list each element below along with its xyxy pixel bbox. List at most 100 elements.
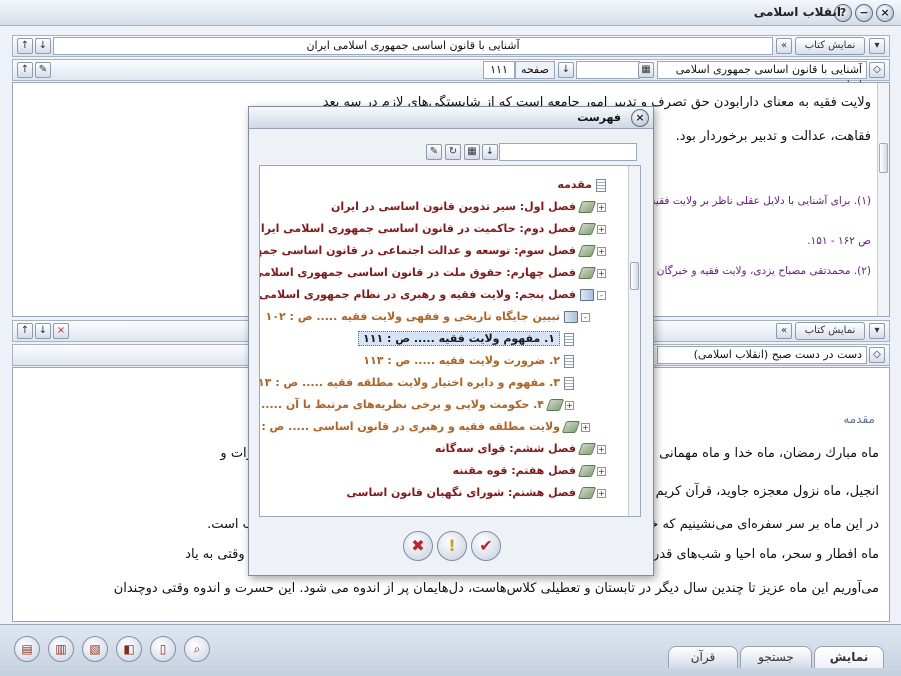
print-icon[interactable]: ▤ bbox=[14, 636, 40, 662]
settings-icon[interactable]: ✎ bbox=[35, 62, 51, 78]
search-icon[interactable]: ⌕ bbox=[184, 636, 210, 662]
collapse-icon[interactable]: - bbox=[597, 290, 606, 300]
tree-scrollbar[interactable] bbox=[628, 166, 640, 516]
dropdown-icon[interactable]: ▾ bbox=[869, 323, 885, 339]
view-book-tab[interactable]: نمایش کتاب bbox=[795, 37, 865, 55]
back-icon[interactable]: ↑ bbox=[17, 323, 33, 339]
cancel-button[interactable]: ✖ bbox=[403, 531, 433, 561]
keyboard-icon[interactable]: ▦ bbox=[464, 144, 480, 160]
tree-node[interactable]: + فصل ششم: قوای سه‌گانه bbox=[435, 438, 606, 460]
tree-node-label: فصل پنجم: ولایت فقیه و رهبری در نظام جمه… bbox=[259, 288, 576, 301]
tree-node[interactable]: ۱. مفهوم ولایت فقیه ..... ص : ۱۱۱ bbox=[358, 328, 574, 350]
scrollbar[interactable] bbox=[877, 83, 889, 316]
up-arrow-icon[interactable]: ↑ bbox=[17, 62, 33, 78]
index-search-field[interactable] bbox=[499, 143, 637, 161]
note-icon[interactable]: ▧ bbox=[82, 636, 108, 662]
tree-node-label: فصل هشتم: شورای نگهبان قانون اساسی bbox=[346, 486, 576, 499]
tab-search[interactable]: جستجو bbox=[740, 646, 812, 668]
settings-icon[interactable]: ✎ bbox=[426, 144, 442, 160]
expand-icon[interactable]: + bbox=[597, 202, 606, 212]
bookmark-icon[interactable]: ▦ bbox=[638, 62, 654, 78]
book-icon bbox=[545, 399, 565, 411]
book-icon bbox=[577, 223, 597, 235]
collapse-icon[interactable]: - bbox=[581, 312, 590, 322]
open-book-icon bbox=[580, 289, 594, 301]
tree-node[interactable]: ۲. ضرورت ولایت فقیه ..... ص : ۱۱۳ bbox=[363, 350, 574, 372]
tree-node[interactable]: - فصل پنجم: ولایت فقیه و رهبری در نظام جم… bbox=[259, 284, 606, 306]
dropdown-icon[interactable]: ▾ bbox=[869, 38, 885, 54]
help-button[interactable]: ! bbox=[437, 531, 467, 561]
tab-quran[interactable]: قرآن bbox=[668, 646, 738, 668]
expand-icon[interactable]: + bbox=[597, 444, 606, 454]
expand-icon[interactable]: + bbox=[597, 246, 606, 256]
expand-icon[interactable]: + bbox=[597, 224, 606, 234]
tree-node-label: فصل هفتم: قوه مقننه bbox=[452, 464, 576, 477]
expand-icon[interactable]: + bbox=[581, 422, 590, 432]
book-select[interactable]: آشنایی با قانون اساسی جمهوری اسلامی ایرا… bbox=[657, 61, 867, 92]
back-icon[interactable]: ↑ bbox=[17, 38, 33, 54]
page-icon bbox=[596, 178, 606, 192]
tree-node[interactable]: - تبیین جایگاه تاریخی و فقهی ولایت فقیه .… bbox=[266, 306, 590, 328]
tag-icon[interactable]: ◇ bbox=[869, 62, 885, 78]
down-arrow-icon[interactable]: ↓ bbox=[35, 323, 51, 339]
down-arrow-icon[interactable]: ↓ bbox=[35, 38, 51, 54]
tree-node[interactable]: + فصل سوم: توسعه و عدالت اجتماعی در قانون… bbox=[260, 240, 606, 262]
document-icon[interactable]: ▯ bbox=[150, 636, 176, 662]
library-icon[interactable]: ▥ bbox=[48, 636, 74, 662]
tree-node-label: فصل اول: سیر تدوین قانون اساسی در ایران bbox=[330, 200, 576, 213]
tree-node[interactable]: + فصل چهارم: حقوق ملت در قانون اساسی جمهو… bbox=[260, 262, 606, 284]
tree-node-label: ۳. مفهوم و دایره اختیار ولایت مطلقه فقیه… bbox=[259, 376, 560, 389]
expand-icon[interactable]: + bbox=[597, 488, 606, 498]
tree-node-label: فصل ششم: قوای سه‌گانه bbox=[434, 442, 576, 455]
tag-icon[interactable]: ◇ bbox=[869, 347, 885, 363]
close-icon[interactable]: × bbox=[876, 4, 894, 22]
tree-node-label: فصل چهارم: حقوق ملت در قانون اساسی جمهور… bbox=[260, 266, 576, 279]
down-arrow-icon[interactable]: ↓ bbox=[482, 144, 498, 160]
view-book-tab[interactable]: نمایش کتاب bbox=[795, 322, 865, 340]
collapse-icon[interactable]: « bbox=[776, 38, 792, 54]
dialog-title-bar: × فهرست bbox=[249, 107, 653, 129]
book-icon bbox=[577, 245, 597, 257]
minimize-icon[interactable]: − bbox=[855, 4, 873, 22]
ok-button[interactable]: ✔ bbox=[471, 531, 501, 561]
book-icon bbox=[577, 465, 597, 477]
tree-node[interactable]: + فصل دوم: حاکمیت در قانون اساسی جمهوری ا… bbox=[260, 218, 606, 240]
open-book-icon bbox=[564, 311, 578, 323]
tree-node-label: ولایت مطلقه فقیه و رهبری در قانون اساسی … bbox=[260, 420, 560, 433]
tree-node[interactable]: + ولایت مطلقه فقیه و رهبری در قانون اساسی… bbox=[260, 416, 590, 438]
tree-node[interactable]: ۳. مفهوم و دایره اختیار ولایت مطلقه فقیه… bbox=[259, 372, 574, 394]
tree-node[interactable]: مقدمه bbox=[557, 174, 606, 196]
page-down-icon[interactable]: ↓ bbox=[558, 62, 574, 78]
index-tree: مقدمه + فصل اول: سیر تدوین قانون اساسی در … bbox=[259, 165, 641, 517]
close-icon[interactable]: × bbox=[631, 109, 649, 127]
scroll-thumb[interactable] bbox=[630, 262, 639, 290]
close-pane-icon[interactable]: × bbox=[53, 323, 69, 339]
expand-icon[interactable]: + bbox=[597, 268, 606, 278]
book-select[interactable]: دست در دست صبح (انقلاب اسلامی) bbox=[657, 346, 867, 364]
tree-node-label: ۱. مفهوم ولایت فقیه ..... ص : ۱۱۱ bbox=[358, 331, 560, 346]
tree-node-label: ۲. ضرورت ولایت فقیه ..... ص : ۱۱۳ bbox=[363, 354, 560, 367]
title-bar: × − ? انقلاب اسلامی bbox=[0, 0, 901, 26]
expand-icon[interactable]: + bbox=[565, 400, 574, 410]
section-heading: مقدمه bbox=[843, 412, 875, 426]
tree-node[interactable]: + فصل هشتم: شورای نگهبان قانون اساسی bbox=[347, 482, 606, 504]
book-icon bbox=[577, 267, 597, 279]
refresh-icon[interactable]: ↻ bbox=[445, 144, 461, 160]
tree-node[interactable]: +۴. حکومت ولایی و برخی نظریه‌های مرتبط ب… bbox=[260, 394, 574, 416]
tab-display[interactable]: نمایش bbox=[814, 646, 884, 668]
window-layout-icon[interactable]: ◧ bbox=[116, 636, 142, 662]
book-icon bbox=[577, 201, 597, 213]
page-label: صفحه bbox=[515, 61, 555, 79]
expand-icon[interactable]: + bbox=[597, 466, 606, 476]
footnote: (۲). محمدتقی مصباح یزدی، ولایت فقیه و خب… bbox=[656, 265, 871, 277]
text-line: می‌آوریم این ماه عزیز تا چندین سال دیگر … bbox=[113, 581, 879, 596]
tree-node[interactable]: + فصل اول: سیر تدوین قانون اساسی در ایران bbox=[331, 196, 606, 218]
collapse-icon[interactable]: « bbox=[776, 323, 792, 339]
page-icon bbox=[564, 376, 574, 390]
page-number-field[interactable]: ۱۱۱ bbox=[483, 61, 515, 79]
book-icon bbox=[577, 443, 597, 455]
scroll-thumb[interactable] bbox=[879, 143, 888, 173]
goto-field[interactable] bbox=[576, 61, 640, 79]
tree-node-label: فصل سوم: توسعه و عدالت اجتماعی در قانون … bbox=[260, 244, 576, 257]
tree-node[interactable]: + فصل هفتم: قوه مقننه bbox=[453, 460, 606, 482]
